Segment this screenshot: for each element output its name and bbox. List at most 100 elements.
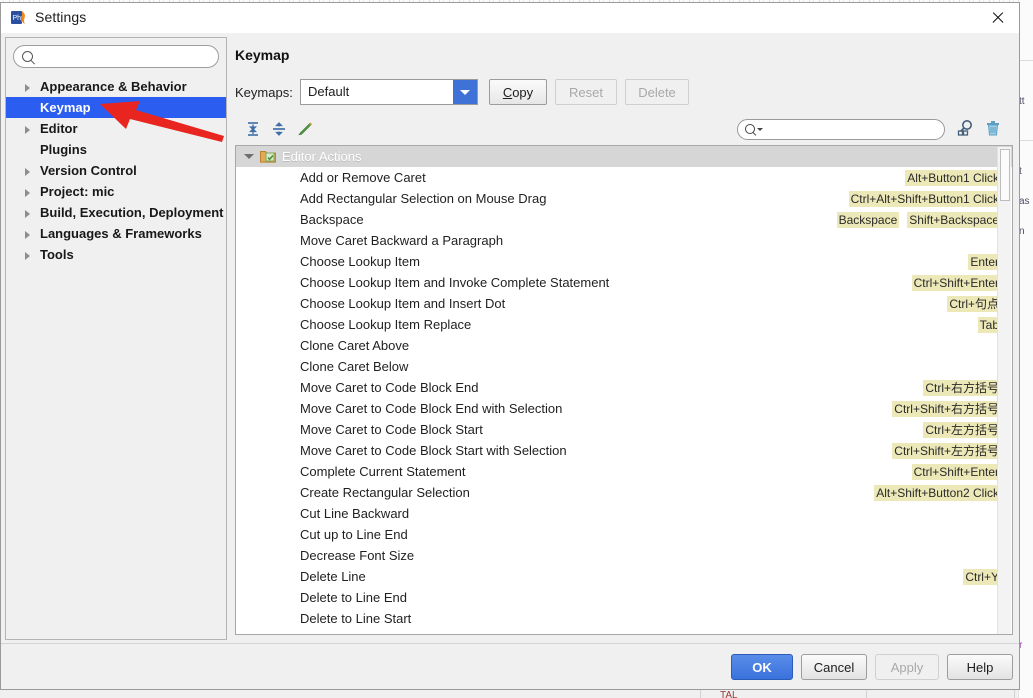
- clear-filter-icon[interactable]: [982, 117, 1004, 139]
- keymap-select-value: Default: [308, 84, 350, 99]
- list-scrollbar-thumb[interactable]: [1000, 149, 1010, 201]
- action-search[interactable]: [737, 119, 945, 140]
- sidebar-item-appearance-behavior[interactable]: Appearance & Behavior: [6, 76, 226, 97]
- table-row[interactable]: Cut Line Backward: [236, 503, 1012, 524]
- chevron-down-icon[interactable]: [453, 80, 477, 104]
- shortcut-group: Ctrl+Shift+Enter: [911, 463, 1001, 480]
- chevron-right-icon[interactable]: [25, 230, 30, 239]
- table-row[interactable]: Add or Remove Caret Alt+Button1 Click: [236, 167, 1012, 188]
- shortcut-badge[interactable]: Ctrl+左方括号: [923, 421, 1001, 438]
- table-row[interactable]: Complete Current Statement Ctrl+Shift+Ent…: [236, 461, 1012, 482]
- help-button[interactable]: Help: [947, 654, 1013, 680]
- action-search-input[interactable]: [765, 122, 941, 139]
- table-row[interactable]: Choose Lookup Item and Invoke Complete S…: [236, 272, 1012, 293]
- sidebar-item-plugins[interactable]: Plugins: [6, 139, 226, 160]
- table-row[interactable]: Delete to Line End: [236, 587, 1012, 608]
- chevron-down-icon[interactable]: [244, 154, 254, 159]
- sidebar-item-build-execution-deployment[interactable]: Build, Execution, Deployment: [6, 202, 226, 223]
- find-by-shortcut-icon[interactable]: [955, 117, 977, 139]
- shortcut-badge[interactable]: Ctrl+Alt+Shift+Button1 Click: [848, 190, 1001, 207]
- table-row[interactable]: Choose Lookup Item Replace Tab: [236, 314, 1012, 335]
- table-row[interactable]: Add Rectangular Selection on Mouse Drag C…: [236, 188, 1012, 209]
- chevron-right-icon[interactable]: [25, 83, 30, 92]
- shortcut-badge[interactable]: Ctrl+Y: [963, 568, 1001, 585]
- table-row[interactable]: Move Caret to Code Block Start with Sele…: [236, 440, 1012, 461]
- table-row[interactable]: Move Caret to Code Block End with Select…: [236, 398, 1012, 419]
- shortcut-badge[interactable]: Ctrl+Shift+左方括号: [892, 442, 1001, 459]
- shortcut-badge[interactable]: Alt+Button1 Click: [905, 169, 1001, 186]
- edit-shortcut-icon[interactable]: [295, 119, 315, 139]
- expand-all-icon[interactable]: [243, 119, 263, 139]
- reset-button[interactable]: Reset: [555, 79, 617, 105]
- search-input[interactable]: [40, 48, 216, 67]
- apply-button[interactable]: Apply: [875, 654, 939, 680]
- settings-dialog: Php Settings Appearance & Behavior Keyma…: [0, 2, 1020, 690]
- collapse-all-icon[interactable]: [269, 119, 289, 139]
- table-row[interactable]: Create Rectangular Selection Alt+Shift+Bu…: [236, 482, 1012, 503]
- shortcut-badge[interactable]: Ctrl+Shift+Enter: [911, 463, 1001, 480]
- table-row[interactable]: Move Caret Backward a Paragraph: [236, 230, 1012, 251]
- action-name: Move Caret to Code Block Start: [300, 422, 483, 437]
- shortcut-badge[interactable]: Ctrl+右方括号: [923, 379, 1001, 396]
- action-name: Move Caret to Code Block End: [300, 380, 479, 395]
- table-row[interactable]: Move Caret to Code Block Start Ctrl+左方括号: [236, 419, 1012, 440]
- shortcut-group: Ctrl+Shift+左方括号: [892, 442, 1001, 459]
- cancel-button[interactable]: Cancel: [801, 654, 867, 680]
- action-name: Choose Lookup Item: [300, 254, 420, 269]
- table-row[interactable]: Clone Caret Below: [236, 356, 1012, 377]
- table-row[interactable]: Delete to Line Start: [236, 608, 1012, 629]
- copy-button[interactable]: Copy: [489, 79, 547, 105]
- close-icon[interactable]: [985, 7, 1011, 29]
- shortcut-badge[interactable]: Ctrl+Shift+右方括号: [892, 400, 1001, 417]
- sidebar-item-label: Appearance & Behavior: [40, 79, 187, 94]
- action-name: Move Caret Backward a Paragraph: [300, 233, 504, 248]
- sidebar-item-label: Keymap: [40, 100, 91, 115]
- settings-category-tree: Appearance & Behavior Keymap Editor Plug…: [6, 76, 226, 265]
- sidebar-item-editor[interactable]: Editor: [6, 118, 226, 139]
- shortcut-badge[interactable]: Shift+Backspace: [907, 211, 1001, 228]
- shortcut-group: Backspace Shift+Backspace: [836, 211, 1001, 228]
- table-row[interactable]: Move Caret to Code Block End Ctrl+右方括号: [236, 377, 1012, 398]
- dialog-content: Appearance & Behavior Keymap Editor Plug…: [1, 33, 1019, 646]
- chevron-down-icon[interactable]: [757, 128, 763, 131]
- action-name: Delete to Line End: [300, 590, 407, 605]
- sidebar-item-version-control[interactable]: Version Control: [6, 160, 226, 181]
- table-row[interactable]: Delete Line Ctrl+Y: [236, 566, 1012, 587]
- chevron-right-icon[interactable]: [25, 251, 30, 260]
- table-row[interactable]: Choose Lookup Item Enter: [236, 251, 1012, 272]
- ok-button[interactable]: OK: [731, 654, 793, 680]
- shortcut-badge[interactable]: Alt+Shift+Button2 Click: [874, 484, 1001, 501]
- table-row[interactable]: Clone Caret Above: [236, 335, 1012, 356]
- action-name: Add or Remove Caret: [300, 170, 426, 185]
- action-name: Cut Line Backward: [300, 506, 410, 521]
- dialog-title: Settings: [35, 9, 87, 25]
- table-row[interactable]: Choose Lookup Item and Insert Dot Ctrl+句点: [236, 293, 1012, 314]
- keymap-pane: Keymap Keymaps: Default Copy Reset Delet…: [232, 37, 1016, 640]
- sidebar-item-label: Tools: [40, 247, 74, 262]
- sidebar-search[interactable]: [13, 45, 219, 68]
- shortcut-group: Alt+Button1 Click: [905, 169, 1001, 186]
- shortcut-group: Ctrl+Alt+Shift+Button1 Click: [848, 190, 1001, 207]
- table-row[interactable]: Backspace Backspace Shift+Backspace: [236, 209, 1012, 230]
- shortcut-badge[interactable]: Ctrl+句点: [947, 295, 1001, 312]
- delete-button[interactable]: Delete: [625, 79, 689, 105]
- sidebar-item-keymap[interactable]: Keymap: [6, 97, 226, 118]
- list-scrollbar[interactable]: [997, 147, 1011, 634]
- keymap-select[interactable]: Default: [300, 79, 478, 105]
- table-row[interactable]: Cut up to Line End: [236, 524, 1012, 545]
- background-divider: [1014, 690, 1015, 698]
- keymaps-label: Keymaps:: [235, 85, 293, 100]
- chevron-right-icon[interactable]: [25, 188, 30, 197]
- chevron-right-icon[interactable]: [25, 125, 30, 134]
- sidebar-item-languages-frameworks[interactable]: Languages & Frameworks: [6, 223, 226, 244]
- chevron-right-icon[interactable]: [25, 167, 30, 176]
- action-name: Complete Current Statement: [300, 464, 466, 479]
- table-row[interactable]: Decrease Font Size: [236, 545, 1012, 566]
- list-group-header[interactable]: Editor Actions: [236, 146, 1012, 167]
- keymap-actions-list[interactable]: Editor Actions Add or Remove Caret Alt+Bu…: [235, 145, 1013, 635]
- shortcut-badge[interactable]: Ctrl+Shift+Enter: [911, 274, 1001, 291]
- sidebar-item-tools[interactable]: Tools: [6, 244, 226, 265]
- shortcut-badge[interactable]: Backspace: [836, 211, 900, 228]
- chevron-right-icon[interactable]: [25, 209, 30, 218]
- sidebar-item-project[interactable]: Project: mic: [6, 181, 226, 202]
